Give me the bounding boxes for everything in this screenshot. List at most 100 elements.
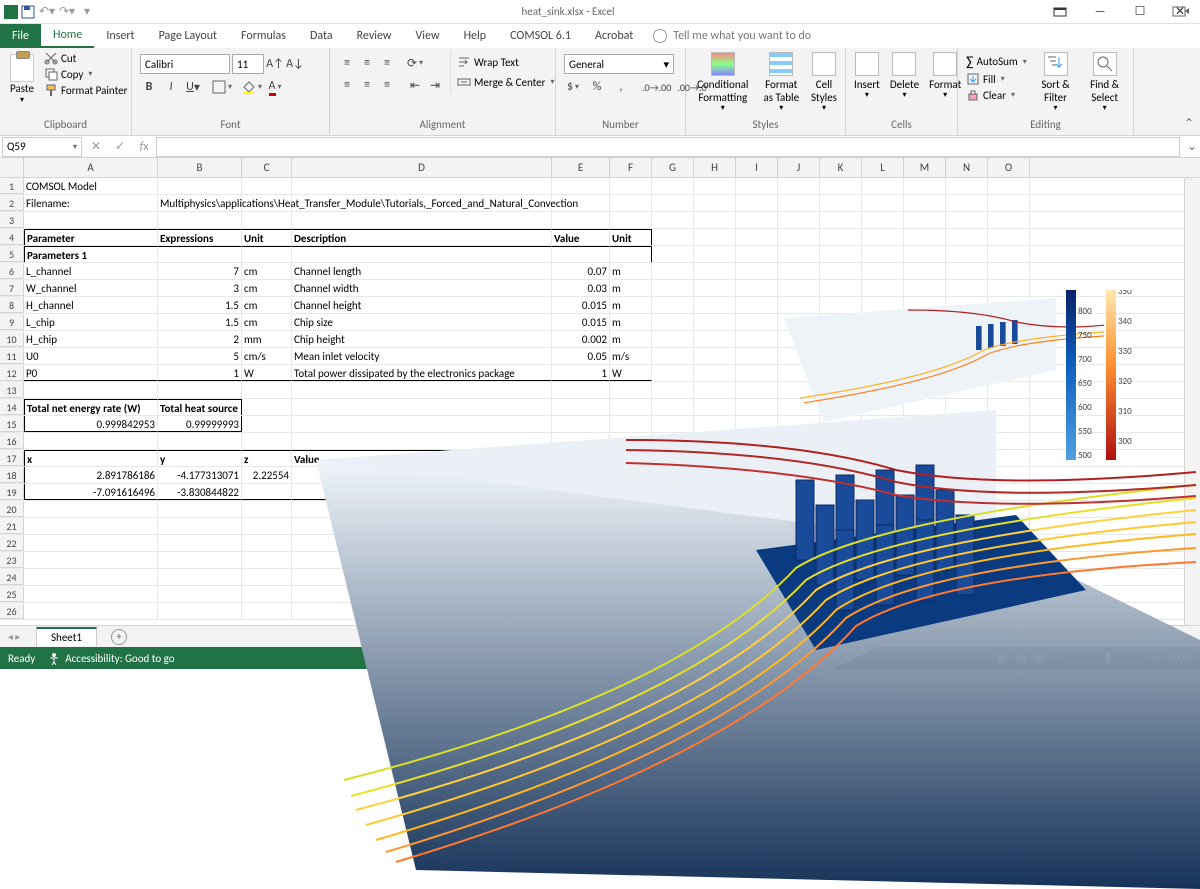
cell[interactable] [652,467,694,483]
cell[interactable] [694,382,736,398]
share-icon[interactable] [1172,4,1192,20]
cell[interactable] [988,433,1030,449]
cell[interactable] [652,195,694,211]
cell[interactable] [778,280,820,296]
cell[interactable] [904,518,946,534]
percent-format-button[interactable]: % [588,78,606,96]
cell[interactable]: Total power dissipated by the electronic… [292,365,552,381]
cell[interactable] [242,433,292,449]
cell[interactable] [820,365,862,381]
cell[interactable]: x [24,450,158,466]
cell[interactable] [988,365,1030,381]
cell[interactable] [24,569,158,585]
cell[interactable]: 5 [158,348,242,364]
cell[interactable] [820,195,862,211]
cell[interactable] [158,552,242,568]
cell[interactable] [292,382,552,398]
cell[interactable] [552,178,610,194]
cell[interactable] [694,450,736,466]
cell[interactable]: 3 [158,280,242,296]
cell[interactable] [610,569,652,585]
cell[interactable] [552,382,610,398]
cell[interactable] [694,229,736,245]
undo-icon[interactable]: ↶▾ [38,3,56,21]
cancel-formula-icon[interactable]: ✕ [84,139,108,154]
cell[interactable] [694,314,736,330]
cell[interactable] [242,399,292,415]
align-right-icon[interactable]: ≡ [378,76,396,94]
cell[interactable] [778,365,820,381]
cell[interactable] [694,484,736,500]
cell[interactable] [652,399,694,415]
cell[interactable] [904,484,946,500]
cell[interactable] [904,399,946,415]
cell[interactable] [736,331,778,347]
cell[interactable] [778,433,820,449]
align-middle-icon[interactable]: ≡ [358,54,376,72]
cell[interactable] [552,212,610,228]
vertical-scrollbar[interactable] [1184,178,1200,625]
delete-cells-button[interactable]: Delete▾ [886,50,923,103]
column-header[interactable]: B [158,158,242,177]
tab-help[interactable]: Help [452,24,499,48]
increase-font-icon[interactable]: A↑ [266,55,284,73]
cell[interactable] [652,586,694,602]
accounting-format-button[interactable]: $ [564,78,582,96]
cell[interactable] [904,280,946,296]
cell[interactable] [946,552,988,568]
cell[interactable] [946,450,988,466]
row-header[interactable]: 12 [0,365,24,381]
tab-acrobat[interactable]: Acrobat [583,24,645,48]
cell[interactable] [552,246,610,262]
cell[interactable] [552,518,610,534]
cell[interactable] [862,552,904,568]
cell[interactable] [694,552,736,568]
column-header[interactable]: K [820,158,862,177]
cell[interactable] [946,195,988,211]
cell[interactable] [694,246,736,262]
row-header[interactable]: 18 [0,467,24,483]
cell[interactable] [988,399,1030,415]
cell[interactable] [158,212,242,228]
cell[interactable] [820,501,862,517]
cell[interactable] [292,467,552,483]
cell[interactable] [736,212,778,228]
grid-rows[interactable]: 1COMSOL Model2Filename:Multiphysics\appl… [0,178,1200,625]
cell[interactable] [158,535,242,551]
cell[interactable] [862,314,904,330]
cell[interactable] [778,586,820,602]
qat-customize-icon[interactable]: ▾ [78,3,96,21]
cell[interactable] [292,603,552,619]
cell[interactable]: m [610,263,652,279]
row-header[interactable]: 3 [0,212,24,228]
align-bottom-icon[interactable]: ≡ [378,54,396,72]
column-header[interactable]: N [946,158,988,177]
cell[interactable]: U0 [24,348,158,364]
cell[interactable]: Value [552,229,610,245]
sheet-nav-icons[interactable]: ◂ ▸ [8,630,20,643]
cell[interactable] [552,501,610,517]
row-header[interactable]: 10 [0,331,24,347]
cell[interactable] [694,212,736,228]
cell[interactable] [946,212,988,228]
copy-button[interactable]: Copy [42,66,129,82]
cell[interactable]: Description [292,229,552,245]
cell[interactable] [820,467,862,483]
cell[interactable] [820,535,862,551]
cell[interactable] [862,280,904,296]
cell[interactable] [736,450,778,466]
cell[interactable] [904,603,946,619]
cell[interactable] [694,348,736,364]
cell[interactable]: m [610,314,652,330]
cell[interactable] [652,365,694,381]
cell[interactable] [988,263,1030,279]
cell[interactable] [988,212,1030,228]
cell[interactable] [292,518,552,534]
cell[interactable] [24,501,158,517]
cell[interactable]: mm [242,331,292,347]
font-color-button[interactable]: A [266,78,284,96]
cell[interactable] [778,535,820,551]
cell[interactable]: cm [242,263,292,279]
cell[interactable] [820,518,862,534]
cell[interactable] [292,552,552,568]
